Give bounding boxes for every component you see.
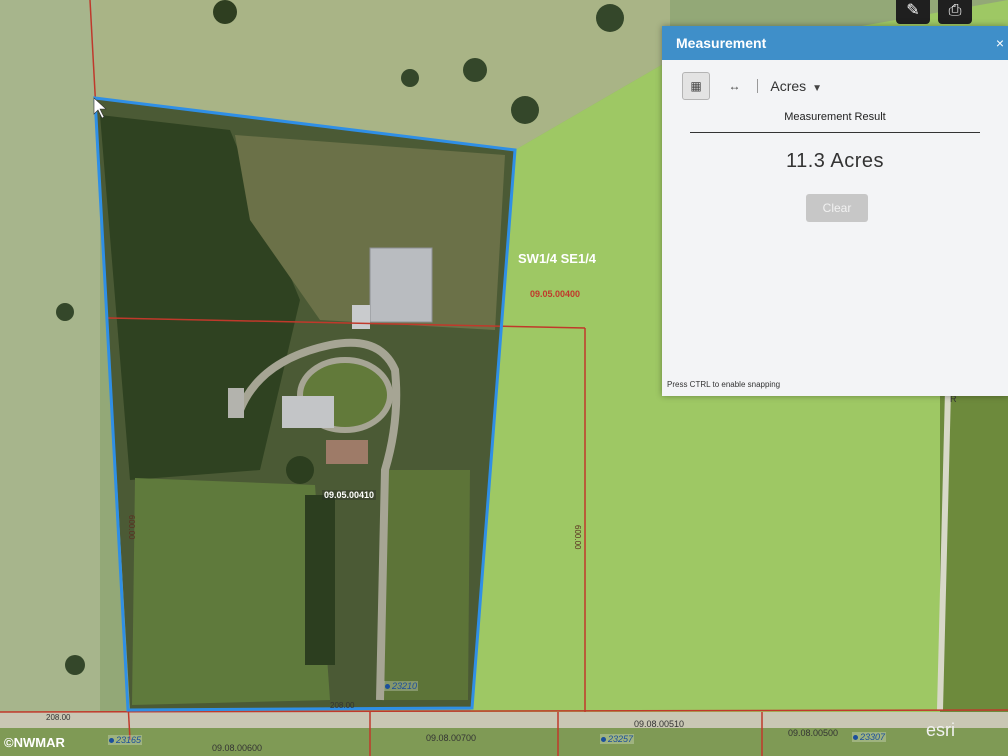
- tree: [511, 96, 539, 124]
- draw-tool-button[interactable]: ✎: [896, 0, 930, 24]
- esri-logo: esri: [926, 720, 956, 740]
- parcel-id-bottom-3: 09.08.00500: [788, 728, 839, 738]
- address-dot-icon: [601, 737, 606, 743]
- close-icon[interactable]: ×: [996, 26, 1004, 60]
- print-button[interactable]: ⎙: [938, 0, 972, 24]
- parcel-id-top: 09.05.00400: [530, 289, 581, 299]
- address-label: 23307: [860, 732, 886, 742]
- address-label: 23257: [608, 734, 634, 744]
- tree-row: [305, 495, 335, 665]
- printer-icon: ⎙: [948, 2, 962, 19]
- tree: [56, 303, 74, 321]
- barn-roof: [369, 247, 433, 323]
- address-point-2: 23165: [108, 735, 143, 745]
- address-dot-icon: [109, 738, 114, 744]
- measurement-result-label: Measurement Result: [784, 111, 886, 123]
- unit-dropdown[interactable]: Acres ▼: [770, 78, 822, 94]
- tree: [463, 58, 487, 82]
- pencil-icon: ✎: [906, 2, 920, 19]
- nwmar-watermark: ©NWMAR: [4, 735, 65, 750]
- shed-roof: [352, 305, 370, 329]
- east-tree-line: [940, 390, 1008, 720]
- address-point-4: 23307: [852, 732, 887, 742]
- measurement-result-value: 11.3 Acres: [785, 150, 885, 172]
- caret-down-icon: ▼: [812, 83, 823, 94]
- tree: [213, 0, 237, 24]
- tool-separator: [756, 79, 758, 93]
- outbuilding-roof: [228, 388, 244, 418]
- measurement-panel: Measurement × ▦ ↔ Acres ▼ Measurement Res…: [662, 26, 1008, 396]
- parcel-id-bottom-1: 09.08.00700: [426, 733, 477, 743]
- dimension-label-inner: 600.00: [573, 525, 582, 550]
- address-dot-icon: [853, 735, 858, 741]
- panel-titlebar: Measurement ×: [662, 26, 1008, 60]
- parcel-id-bottom-2: 09.08.00510: [634, 719, 685, 729]
- tree: [401, 69, 419, 87]
- address-dot-icon: [385, 684, 390, 690]
- parcel-id-bottom-4: 09.08.00600: [212, 743, 263, 753]
- panel-title: Measurement: [676, 35, 767, 51]
- address-label: 23210: [392, 681, 418, 691]
- south-lawn: [132, 478, 330, 705]
- area-measure-button[interactable]: ▦: [682, 72, 710, 100]
- snapping-hint: Press CTRL to enable snapping: [667, 380, 781, 389]
- address-point-3: 23257: [600, 734, 635, 744]
- unit-label: Acres: [770, 78, 807, 94]
- house-roof: [282, 396, 334, 428]
- parcel-id-home: 09.05.00410: [322, 490, 377, 500]
- area-icon: ▦: [690, 79, 702, 93]
- south-road: [0, 712, 1008, 728]
- dimension-label-bottom-left: 208.00: [46, 713, 71, 722]
- garage-roof: [326, 440, 368, 464]
- address-point-1: 23210: [384, 681, 419, 691]
- clear-button[interactable]: Clear: [806, 194, 868, 222]
- quarter-section-label: SW1/4 SE1/4: [518, 251, 597, 266]
- east-lawn: [380, 470, 470, 700]
- dimension-label-left: 600.00: [127, 515, 136, 540]
- distance-icon: ↔: [728, 79, 741, 93]
- distance-measure-button[interactable]: ↔: [720, 72, 748, 100]
- tree: [286, 456, 314, 484]
- tree: [65, 655, 85, 675]
- left-pasture: [0, 0, 100, 720]
- tree: [596, 4, 624, 32]
- result-divider: [690, 132, 980, 133]
- measure-tools: ▦ ↔ Acres ▼: [682, 72, 822, 100]
- dimension-label-bottom-mid: 208.00: [330, 701, 355, 710]
- address-label: 23165: [116, 735, 142, 745]
